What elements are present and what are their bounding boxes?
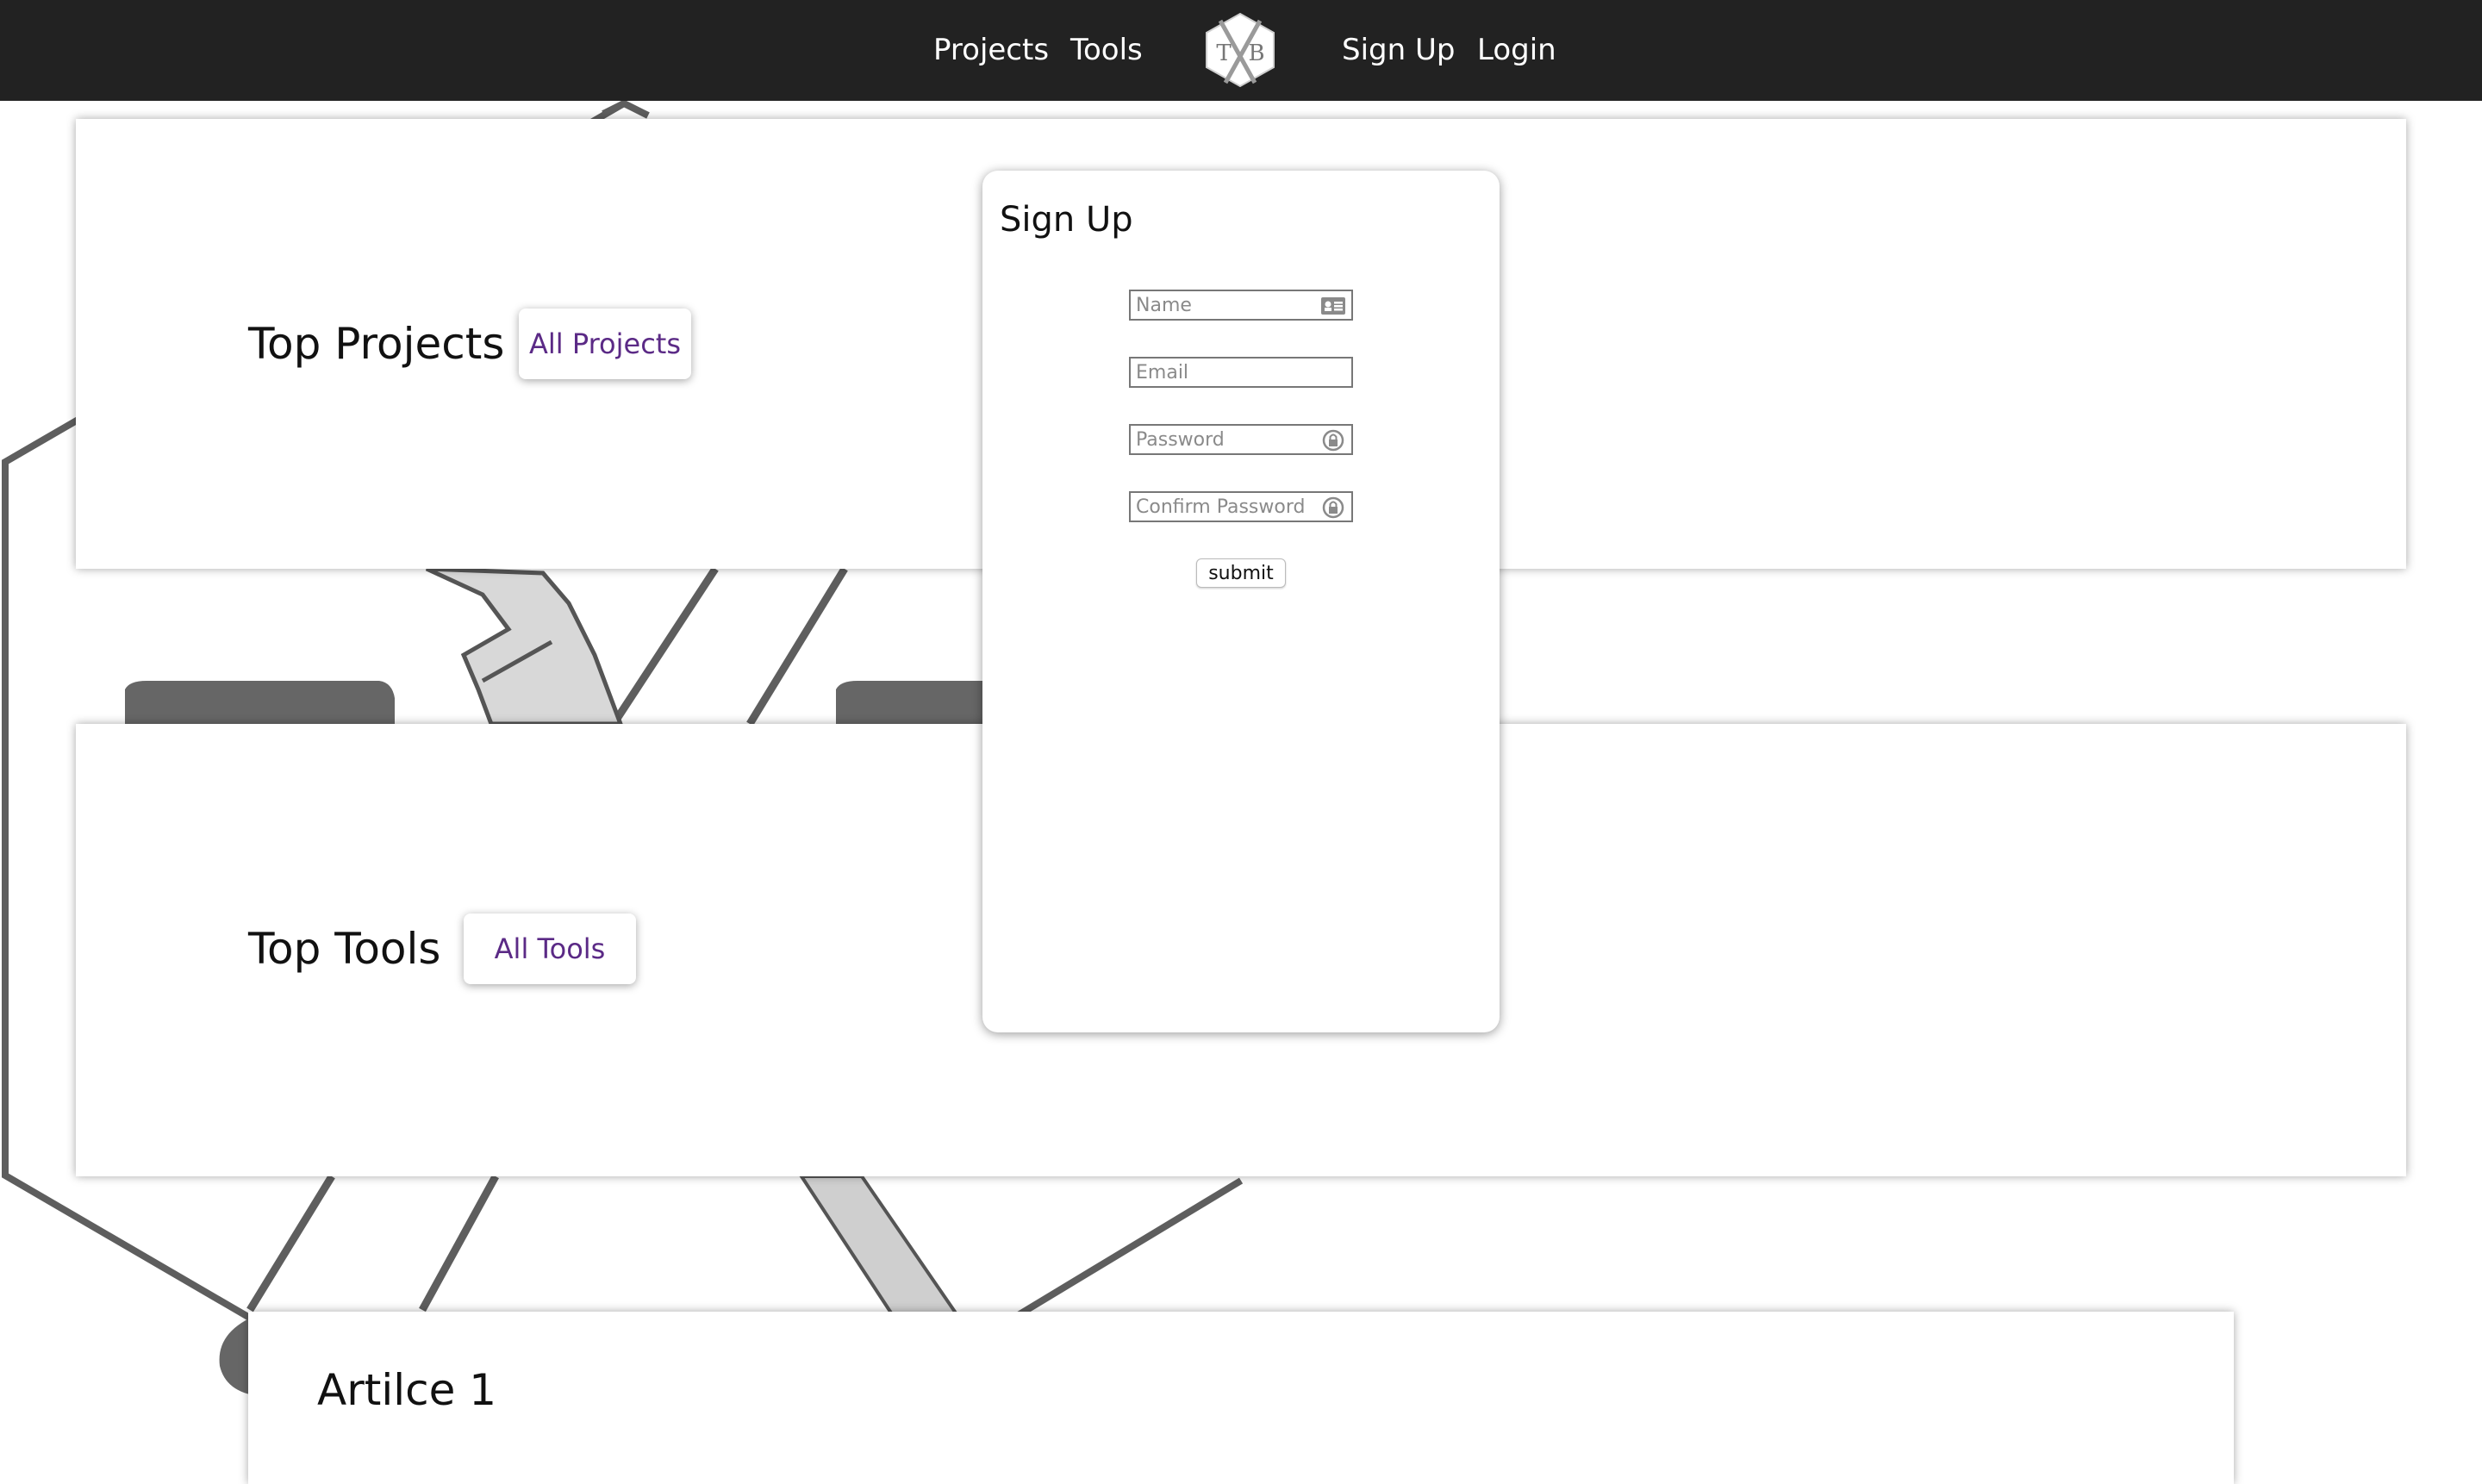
nav-link-tools[interactable]: Tools <box>1070 31 1143 69</box>
top-navbar: Projects Tools T B Sign Up Login <box>0 0 2482 101</box>
lock-icon <box>1322 496 1344 519</box>
submit-button[interactable]: submit <box>1196 558 1286 588</box>
article-card: Artilce 1 <box>248 1312 2234 1484</box>
lock-icon <box>1322 429 1344 452</box>
logo-letter-t: T <box>1216 41 1232 66</box>
top-tools-heading: Top Tools <box>248 924 441 974</box>
signup-modal: Sign Up submit <box>982 171 1500 1032</box>
email-field <box>1129 357 1353 388</box>
nav-link-login[interactable]: Login <box>1477 31 1556 69</box>
confirm-password-field <box>1129 491 1353 522</box>
site-logo[interactable]: T B <box>1201 10 1279 90</box>
password-input[interactable] <box>1131 426 1351 453</box>
email-input[interactable] <box>1131 359 1351 386</box>
article-title: Artilce 1 <box>317 1365 497 1415</box>
logo-letter-b: B <box>1248 41 1264 66</box>
nav-link-projects[interactable]: Projects <box>933 31 1049 69</box>
name-input[interactable] <box>1131 291 1351 319</box>
signup-modal-title: Sign Up <box>1000 200 1133 240</box>
id-card-icon <box>1321 297 1345 315</box>
top-projects-heading: Top Projects <box>248 319 505 369</box>
all-projects-button[interactable]: All Projects <box>519 309 691 379</box>
name-field <box>1129 290 1353 321</box>
confirm-password-input[interactable] <box>1131 493 1351 521</box>
nav-link-signup[interactable]: Sign Up <box>1342 31 1455 69</box>
password-field <box>1129 424 1353 455</box>
all-tools-button[interactable]: All Tools <box>464 913 636 984</box>
